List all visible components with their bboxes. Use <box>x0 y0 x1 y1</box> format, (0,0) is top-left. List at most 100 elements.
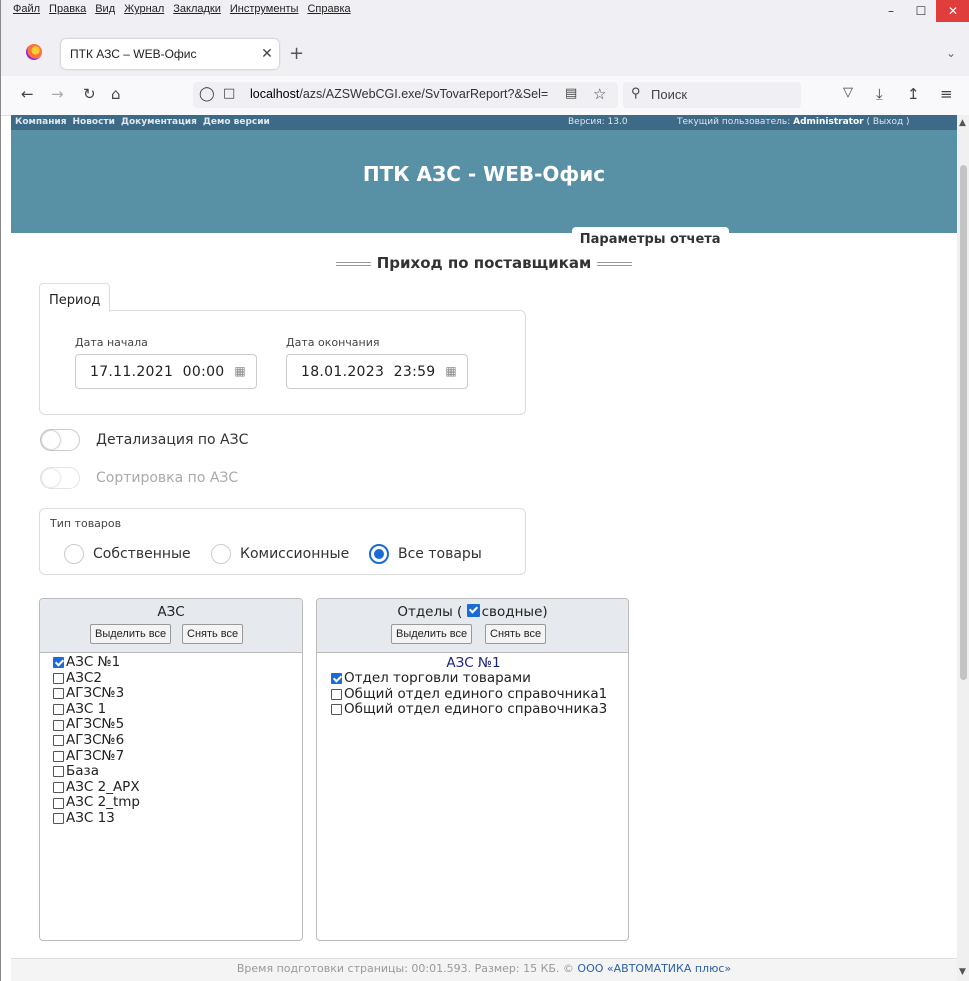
checkbox[interactable] <box>331 688 342 700</box>
site-topbar: Компания Новости Документация Демо верси… <box>11 115 957 130</box>
menu-tools[interactable]: Инструменты <box>230 3 299 15</box>
radio-commission-label[interactable]: Комиссионные <box>240 546 349 562</box>
checkbox[interactable] <box>331 704 342 716</box>
version-text: Версия: 13.0 <box>568 117 628 127</box>
forward-icon[interactable]: → <box>51 85 64 103</box>
app-menu-icon[interactable]: ≡ <box>940 85 953 103</box>
list-item[interactable]: Отдел торговли товарами <box>331 670 616 687</box>
footer-company-link[interactable]: ООО «АВТОМАТИКА плюс» <box>577 962 731 975</box>
url-bar[interactable]: ◯ □ localhost/azs/AZSWebCGI.exe/SvTovarR… <box>193 82 618 108</box>
pocket-icon[interactable]: ▽ <box>843 85 853 100</box>
checkbox[interactable] <box>53 704 64 716</box>
close-icon[interactable]: ✕ <box>936 0 969 22</box>
dept-group-title: АЗС №1 <box>446 655 501 671</box>
summary-checkbox[interactable] <box>466 604 480 617</box>
tab-report-params[interactable]: Параметры отчета <box>571 227 729 248</box>
radio-commission[interactable] <box>211 544 231 564</box>
radio-own[interactable] <box>64 544 84 564</box>
start-date-input[interactable]: 17.11.2021 00:00 ▦ <box>75 354 257 389</box>
departments-panel-header: Отделы ( сводные) Выделить все Снять все <box>317 599 628 653</box>
firefox-logo-icon <box>26 44 42 60</box>
menu-file[interactable]: Файл <box>13 3 40 15</box>
reload-icon[interactable]: ↻ <box>83 85 96 103</box>
link-news[interactable]: Новости <box>73 117 115 127</box>
list-item[interactable]: АГЗС№7 <box>53 748 140 765</box>
download-icon[interactable]: ⤓ <box>876 85 883 103</box>
reader-view-icon[interactable]: ▤ <box>565 86 577 101</box>
shield-icon[interactable]: ◯ <box>199 86 215 102</box>
home-icon[interactable]: ⌂ <box>111 85 121 103</box>
list-tabs-icon[interactable]: ⌄ <box>946 46 956 60</box>
scrollbar-thumb[interactable] <box>960 165 967 680</box>
checkbox[interactable] <box>53 735 64 747</box>
azs-select-all-button[interactable]: Выделить все <box>90 624 172 644</box>
list-item[interactable]: АЗС 13 <box>53 810 140 827</box>
share-icon[interactable]: ↥ <box>907 85 920 103</box>
period-panel: Дата начала 17.11.2021 00:00 ▦ Дата окон… <box>39 310 526 415</box>
detail-toggle[interactable] <box>40 429 80 451</box>
list-item[interactable]: АЗС 1 <box>53 701 140 718</box>
checkbox[interactable] <box>53 672 64 684</box>
radio-all[interactable] <box>369 544 389 564</box>
list-item[interactable]: Общий отдел единого справочника3 <box>331 702 616 718</box>
link-demo[interactable]: Демо версии <box>203 117 270 127</box>
azs-clear-all-button[interactable]: Снять все <box>182 624 244 644</box>
list-item[interactable]: АГЗС№3 <box>53 686 140 702</box>
dept-select-all-button[interactable]: Выделить все <box>391 624 473 644</box>
page-scrollbar[interactable]: ▲ ▼ <box>957 115 969 981</box>
browser-tab[interactable]: ПТК АЗС – WEB-Офис ✕ <box>61 39 279 69</box>
back-icon[interactable]: ← <box>21 85 34 103</box>
menu-edit[interactable]: Правка <box>49 3 86 15</box>
current-user: Текущий пользователь: Administrator ( Вы… <box>677 117 910 127</box>
checkbox[interactable] <box>53 813 64 825</box>
link-docs[interactable]: Документация <box>121 117 197 127</box>
title-rule-right <box>597 261 633 266</box>
checkbox[interactable] <box>53 719 64 731</box>
list-item[interactable]: Общий отдел единого справочника1 <box>331 686 616 703</box>
menu-view[interactable]: Вид <box>95 3 115 15</box>
checkbox[interactable] <box>53 766 64 778</box>
logout-link[interactable]: ( Выход ) <box>866 117 909 127</box>
checkbox[interactable] <box>53 657 64 669</box>
maximize-icon[interactable]: ☐ <box>906 0 936 22</box>
list-item[interactable]: База <box>53 764 140 780</box>
tab-change-user[interactable]: Сменить пользователя <box>144 227 331 248</box>
tab-summary-reports[interactable]: Сводные отчеты по магазину <box>331 227 568 248</box>
search-bar[interactable]: ⚲ Поиск <box>623 82 801 108</box>
scroll-down-icon[interactable]: ▼ <box>959 967 966 977</box>
period-tab[interactable]: Период <box>39 283 110 312</box>
bookmark-star-icon[interactable]: ☆ <box>593 85 606 103</box>
calendar-icon[interactable]: ▦ <box>234 364 246 378</box>
tab-main-menu[interactable]: Основное меню <box>11 227 144 248</box>
radio-all-label[interactable]: Все товары <box>398 546 482 562</box>
dept-clear-all-button[interactable]: Снять все <box>485 624 547 644</box>
checkbox[interactable] <box>53 688 64 700</box>
sort-toggle[interactable] <box>40 467 80 489</box>
url-text[interactable]: localhost/azs/AZSWebCGI.exe/SvTovarRepor… <box>250 87 550 101</box>
minimize-icon[interactable]: – <box>876 0 906 22</box>
menu-help[interactable]: Справка <box>307 3 350 15</box>
goods-type-group: Тип товаров Собственные Комиссионные Все… <box>39 508 526 575</box>
list-item[interactable]: АЗС 2_tmp <box>53 795 140 811</box>
link-company[interactable]: Компания <box>15 117 67 127</box>
departments-panel-title: Отделы ( сводные) <box>397 604 548 620</box>
list-item[interactable]: АЗС №1 <box>53 654 140 671</box>
radio-own-label[interactable]: Собственные <box>93 546 191 562</box>
new-tab-icon[interactable]: + <box>289 43 304 64</box>
scroll-up-icon[interactable]: ▲ <box>959 118 966 128</box>
menu-bookmarks[interactable]: Закладки <box>173 3 221 15</box>
azs-panel-header: АЗС Выделить все Снять все <box>40 599 302 653</box>
list-item[interactable]: АЗС2 <box>53 670 140 687</box>
calendar-icon[interactable]: ▦ <box>445 364 457 378</box>
checkbox[interactable] <box>53 750 64 762</box>
list-item[interactable]: АГЗС№5 <box>53 717 140 733</box>
list-item[interactable]: АГЗС№6 <box>53 732 140 749</box>
checkbox[interactable] <box>53 797 64 809</box>
menu-history[interactable]: Журнал <box>124 3 164 15</box>
end-date-input[interactable]: 18.01.2023 23:59 ▦ <box>286 354 468 389</box>
tab-close-icon[interactable]: ✕ <box>255 46 279 62</box>
checkbox[interactable] <box>331 673 342 685</box>
end-date-value: 18.01.2023 23:59 <box>301 364 436 380</box>
checkbox[interactable] <box>53 782 64 794</box>
list-item[interactable]: АЗС 2_АРХ <box>53 779 140 796</box>
